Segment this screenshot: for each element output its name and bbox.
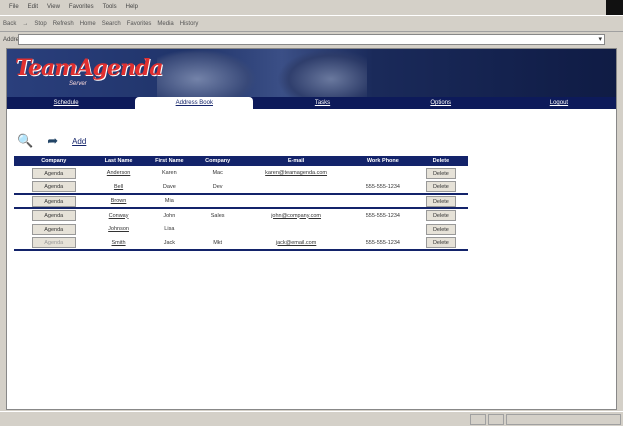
- table-row: Agenda Johnson Lisa Delete: [14, 222, 468, 236]
- first-name-cell: John: [143, 207, 196, 222]
- delete-button[interactable]: Delete: [425, 195, 456, 207]
- status-bar: [0, 411, 623, 426]
- column-header[interactable]: First Name: [143, 156, 196, 166]
- menu-tools[interactable]: Tools: [103, 4, 117, 10]
- column-header[interactable]: Company: [195, 156, 241, 166]
- delete-button[interactable]: Delete: [425, 237, 456, 248]
- last-name-link[interactable]: Anderson: [107, 170, 131, 176]
- address-input[interactable]: ▾: [18, 34, 605, 45]
- agenda-button[interactable]: Agenda: [31, 223, 76, 235]
- first-name-cell: Karen: [162, 170, 177, 176]
- tab-address-book[interactable]: Address Book: [135, 97, 254, 109]
- email-link[interactable]: john@company.com: [271, 213, 321, 219]
- address-label: Address: [3, 36, 26, 43]
- company-cell: Sales: [195, 207, 241, 222]
- column-header[interactable]: Delete: [413, 156, 468, 166]
- stop-button[interactable]: Stop: [34, 21, 46, 27]
- table-row: Agenda Brown Mia Delete: [14, 193, 468, 208]
- banner: TeamAgenda Server: [7, 49, 616, 99]
- browser-toolbar: Back → Stop Refresh Home Search Favorite…: [0, 15, 623, 32]
- first-name-cell: Lisa: [164, 226, 175, 232]
- refresh-button[interactable]: Refresh: [53, 21, 74, 27]
- nav-bar: Schedule Address Book Tasks Options Logo…: [7, 97, 616, 109]
- page-content: TeamAgenda Server Schedule Address Book …: [6, 48, 617, 410]
- tab-tasks[interactable]: Tasks: [263, 97, 381, 109]
- first-name-cell: Jack: [143, 236, 196, 251]
- favorites-button[interactable]: Favorites: [127, 21, 152, 27]
- menu-edit[interactable]: Edit: [28, 4, 38, 10]
- logo: TeamAgenda: [15, 55, 163, 81]
- table-row: Agenda Bell Dave Dev 555-555-1234 Delete: [14, 180, 468, 194]
- status-pane: [470, 414, 486, 425]
- back-button[interactable]: Back: [3, 21, 16, 27]
- table-body: Agenda Anderson Karen Mac karen@teamagen…: [14, 166, 468, 251]
- forward-button[interactable]: →: [22, 21, 28, 27]
- search-button[interactable]: Search: [102, 21, 121, 27]
- column-header[interactable]: Company: [14, 156, 94, 166]
- add-link[interactable]: Add: [72, 137, 86, 146]
- last-name-link[interactable]: Johnson: [108, 226, 129, 232]
- delete-button[interactable]: Delete: [425, 181, 456, 192]
- work-phone-cell: 555-555-1234: [365, 183, 400, 190]
- banner-photo: [157, 49, 257, 99]
- work-phone-cell: 555-555-1234: [351, 236, 414, 251]
- company-cell: Mac: [212, 170, 223, 176]
- tab-logout[interactable]: Logout: [500, 97, 616, 109]
- work-phone-cell: [351, 193, 414, 208]
- status-pane: [506, 414, 621, 425]
- windows-logo: [606, 0, 623, 16]
- media-button[interactable]: Media: [157, 21, 173, 27]
- browser-window: File Edit View Favorites Tools Help Back…: [0, 0, 623, 426]
- menu-view[interactable]: View: [47, 4, 60, 10]
- first-name-cell: Dave: [162, 183, 176, 190]
- menu-help[interactable]: Help: [126, 4, 138, 10]
- delete-button[interactable]: Delete: [425, 223, 456, 235]
- agenda-button[interactable]: Agenda: [31, 210, 76, 221]
- work-phone-cell: [352, 222, 414, 236]
- column-header[interactable]: Last Name: [93, 156, 144, 166]
- company-cell: Dev: [212, 183, 223, 190]
- tab-schedule[interactable]: Schedule: [7, 97, 125, 109]
- last-name-link[interactable]: Conway: [109, 213, 129, 219]
- company-cell: Mkt: [195, 236, 241, 251]
- column-header[interactable]: Work Phone: [351, 156, 414, 166]
- agenda-button[interactable]: Agenda: [31, 167, 76, 179]
- email-link[interactable]: jack@email.com: [276, 240, 316, 246]
- menu-bar: File Edit View Favorites Tools Help: [0, 0, 606, 14]
- company-cell: [195, 193, 241, 208]
- address-bar: Address ▾: [0, 33, 623, 46]
- agenda-button[interactable]: Agenda: [31, 181, 76, 192]
- last-name-link[interactable]: Brown: [111, 198, 127, 204]
- table-row: Agenda Smith Jack Mkt jack@email.com 555…: [14, 236, 468, 251]
- history-button[interactable]: History: [180, 21, 199, 27]
- table-row: Agenda Conway John Sales john@company.co…: [14, 207, 468, 222]
- first-name-cell: Mia: [143, 193, 196, 208]
- search-icon[interactable]: 🔍: [17, 133, 33, 149]
- status-pane: [488, 414, 504, 425]
- menu-favorites[interactable]: Favorites: [69, 4, 94, 10]
- table-row: Agenda Anderson Karen Mac karen@teamagen…: [14, 166, 468, 180]
- add-contact-icon[interactable]: ➦: [47, 133, 58, 149]
- home-button[interactable]: Home: [80, 21, 96, 27]
- tab-options[interactable]: Options: [382, 97, 500, 109]
- agenda-button[interactable]: Agenda: [31, 237, 76, 248]
- action-icons: 🔍 ➦ Add: [17, 133, 86, 149]
- chevron-down-icon[interactable]: ▾: [598, 35, 602, 43]
- menu-file[interactable]: File: [9, 4, 19, 10]
- banner-photo: [277, 49, 367, 99]
- work-phone-cell: [352, 166, 414, 180]
- delete-button[interactable]: Delete: [425, 210, 456, 221]
- email-link[interactable]: karen@teamagenda.com: [265, 170, 327, 176]
- column-header[interactable]: E-mail: [240, 156, 352, 166]
- company-cell: [195, 222, 240, 236]
- work-phone-cell: 555-555-1234: [351, 207, 414, 222]
- last-name-link[interactable]: Smith: [112, 240, 126, 246]
- last-name-link[interactable]: Bell: [114, 184, 123, 190]
- logo-subtitle: Server: [69, 81, 87, 87]
- contacts-table: Company Last Name First Name Company E-m…: [14, 156, 468, 251]
- delete-button[interactable]: Delete: [425, 167, 456, 179]
- agenda-button[interactable]: Agenda: [31, 195, 76, 207]
